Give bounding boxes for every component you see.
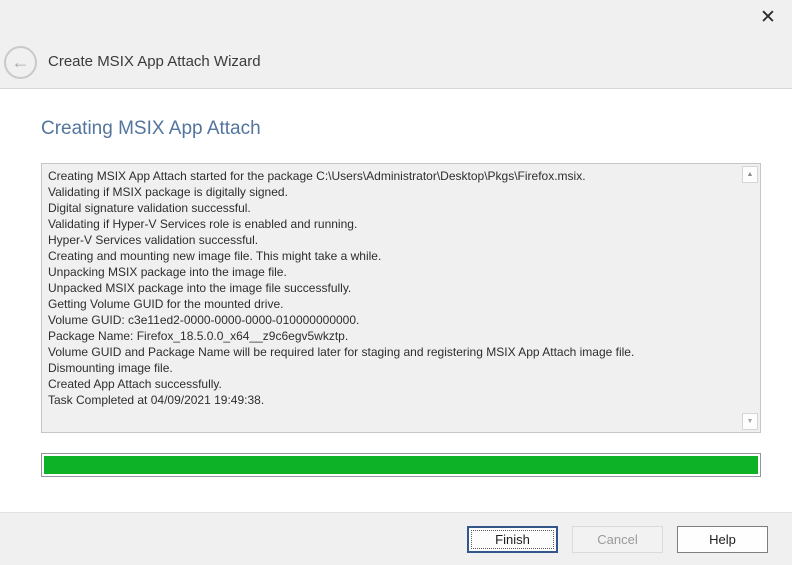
finish-button[interactable]: Finish [467, 526, 558, 553]
log-line: Unpacking MSIX package into the image fi… [48, 264, 736, 280]
progress-fill [44, 456, 758, 474]
log-scrollbar[interactable]: ▲ ▼ [741, 164, 760, 432]
cancel-button[interactable]: Cancel [572, 526, 663, 553]
scroll-down-icon[interactable]: ▼ [742, 413, 758, 430]
log-lines: Creating MSIX App Attach started for the… [48, 168, 736, 408]
log-line: Dismounting image file. [48, 360, 736, 376]
log-line: Getting Volume GUID for the mounted driv… [48, 296, 736, 312]
progress-bar [41, 453, 761, 477]
log-line: Creating MSIX App Attach started for the… [48, 168, 736, 184]
log-line: Volume GUID: c3e11ed2-0000-0000-0000-010… [48, 312, 736, 328]
wizard-title: Create MSIX App Attach Wizard [48, 53, 261, 70]
help-button[interactable]: Help [677, 526, 768, 553]
log-line: Created App Attach successfully. [48, 376, 736, 392]
wizard-footer: Finish Cancel Help [0, 512, 792, 565]
back-icon[interactable]: ← [4, 46, 37, 79]
log-line: Validating if MSIX package is digitally … [48, 184, 736, 200]
wizard-window: ← Create MSIX App Attach Wizard ✕ Creati… [0, 0, 792, 565]
wizard-content: Creating MSIX App Attach Creating MSIX A… [0, 90, 792, 512]
log-line: Validating if Hyper-V Services role is e… [48, 216, 736, 232]
log-line: Digital signature validation successful. [48, 200, 736, 216]
log-line: Unpacked MSIX package into the image fil… [48, 280, 736, 296]
log-line: Task Completed at 04/09/2021 19:49:38. [48, 392, 736, 408]
scroll-up-icon[interactable]: ▲ [742, 166, 758, 183]
log-line: Creating and mounting new image file. Th… [48, 248, 736, 264]
log-output-box[interactable]: Creating MSIX App Attach started for the… [41, 163, 761, 433]
wizard-header: ← Create MSIX App Attach Wizard ✕ [0, 0, 792, 89]
log-line: Hyper-V Services validation successful. [48, 232, 736, 248]
log-line: Volume GUID and Package Name will be req… [48, 344, 736, 360]
page-title: Creating MSIX App Attach [41, 118, 261, 140]
close-icon[interactable]: ✕ [754, 4, 782, 30]
log-line: Package Name: Firefox_18.5.0.0_x64__z9c6… [48, 328, 736, 344]
